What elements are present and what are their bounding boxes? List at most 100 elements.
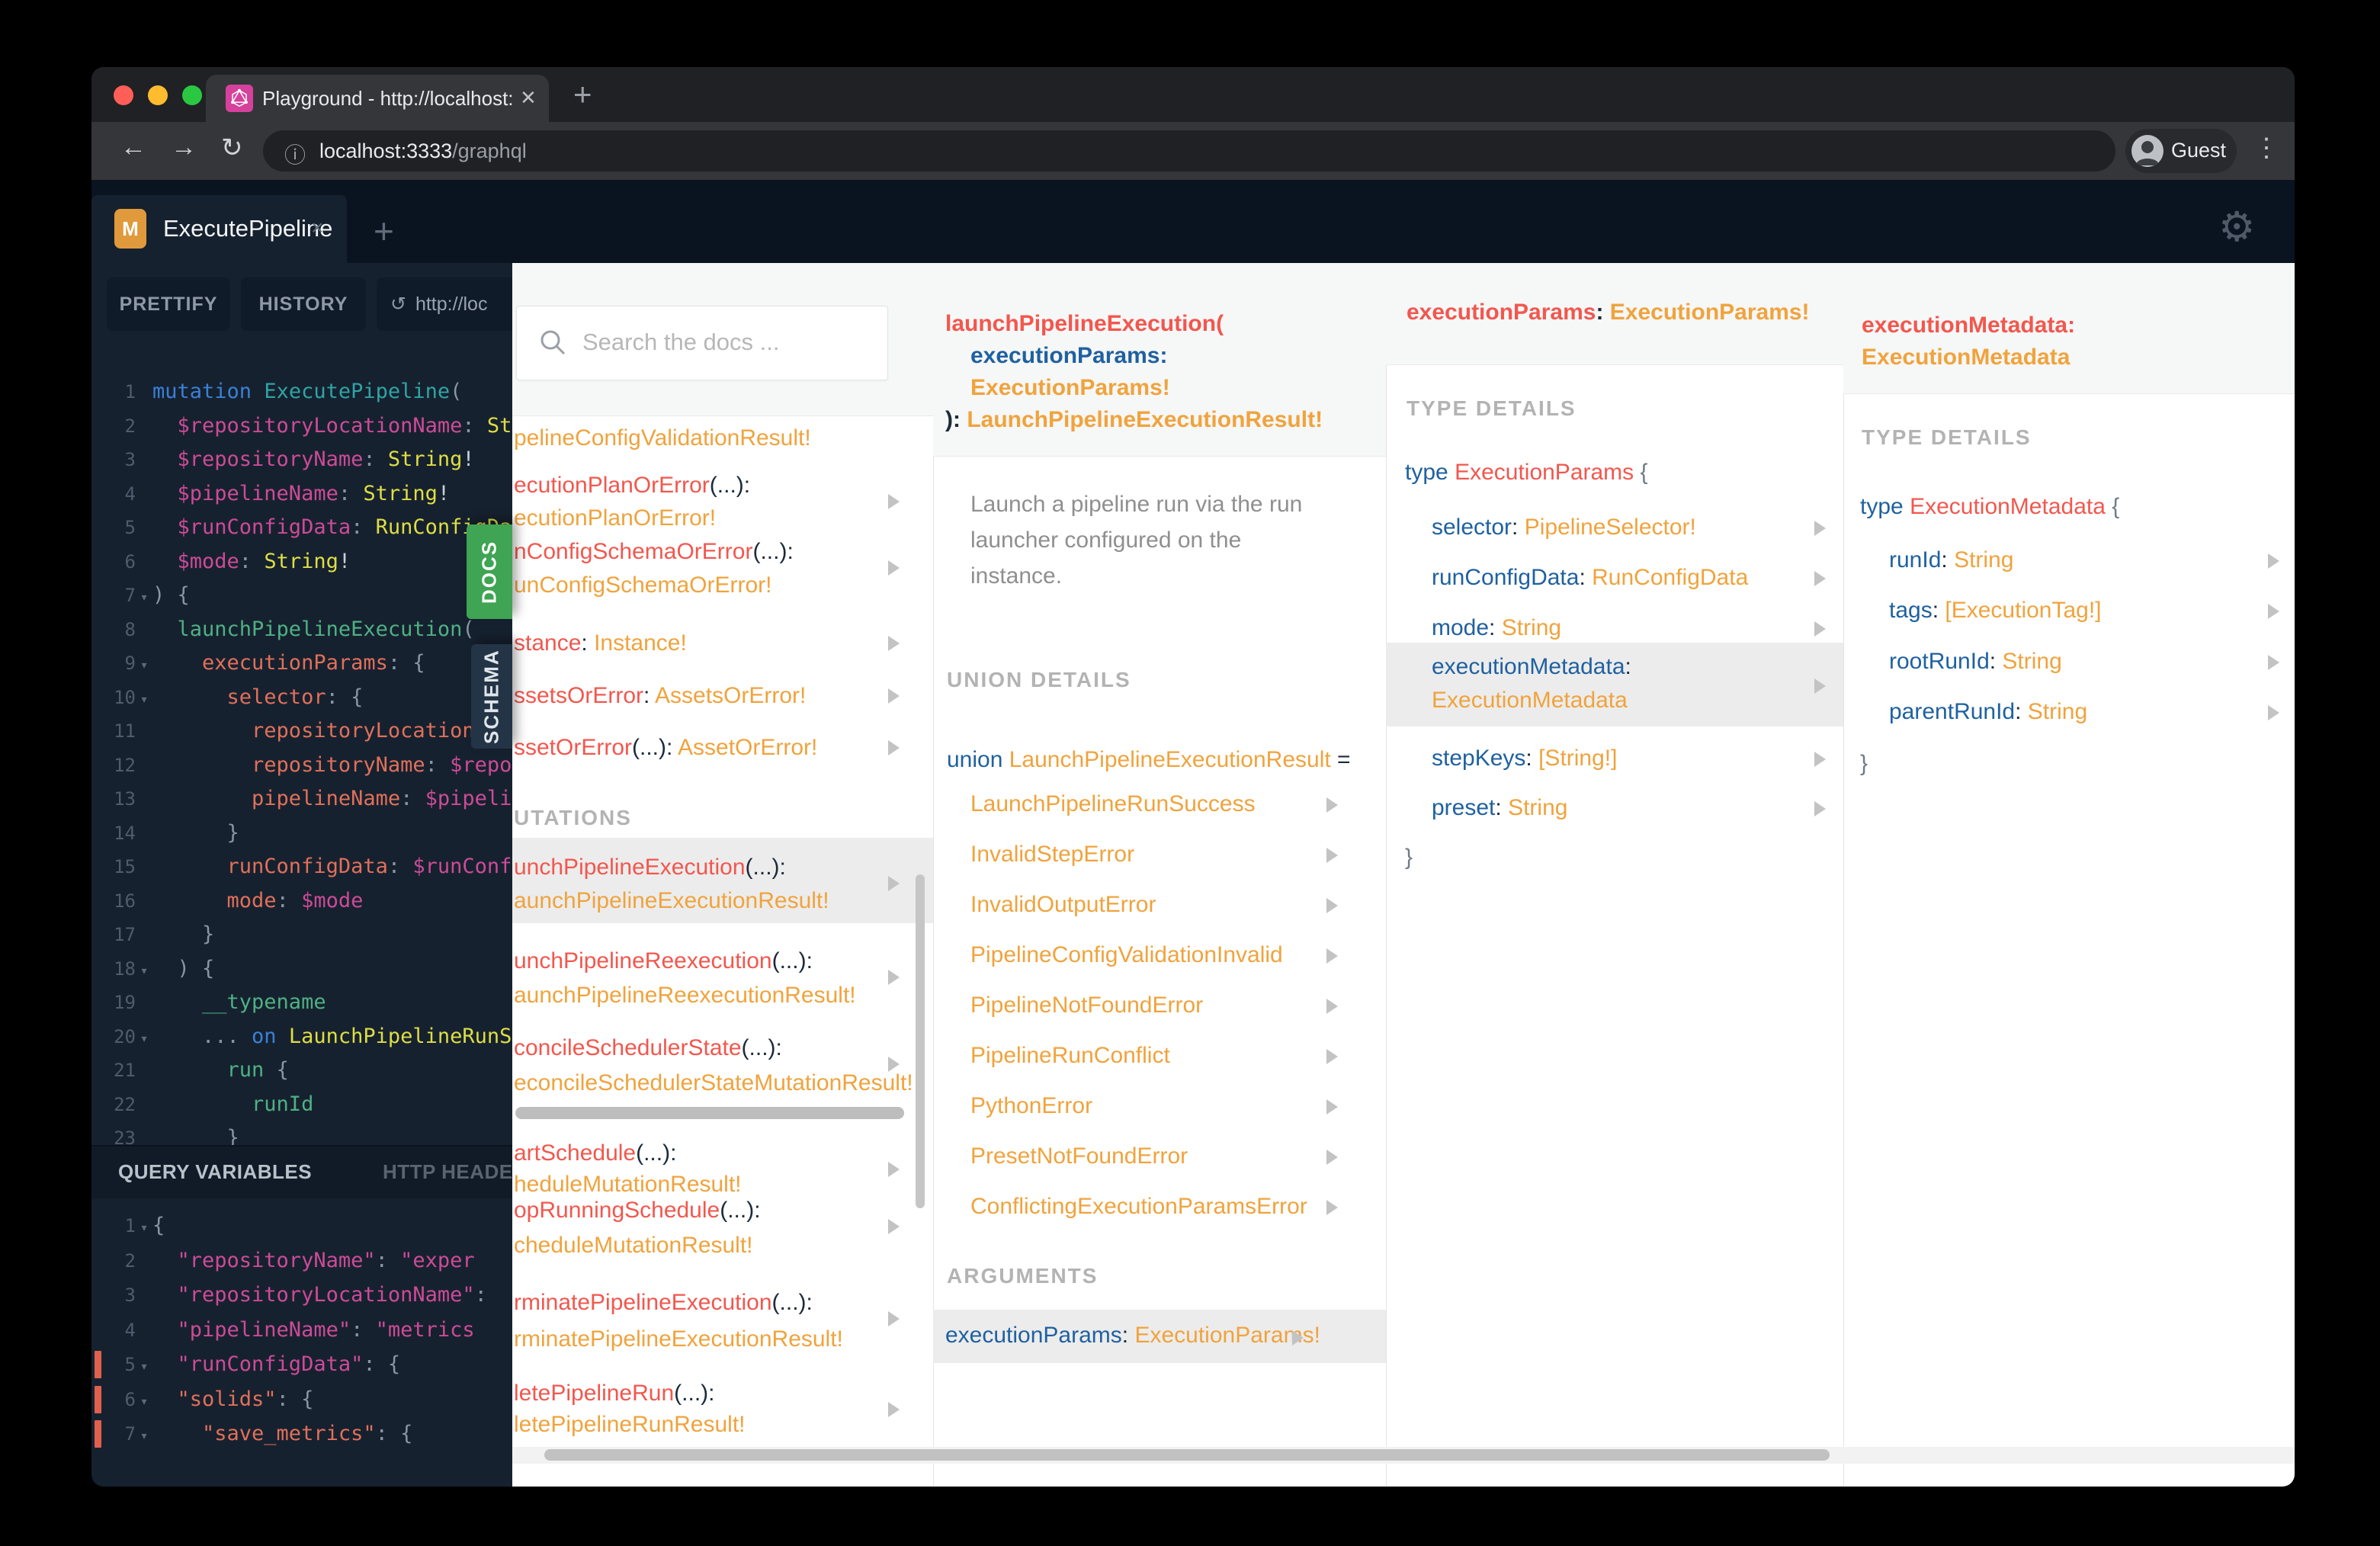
chevron-right-icon[interactable]	[1326, 898, 1338, 913]
chevron-right-icon[interactable]	[1814, 521, 1826, 536]
chevron-right-icon[interactable]	[888, 688, 900, 704]
union-member[interactable]: LaunchPipelineRunSuccess	[970, 791, 1256, 817]
chevron-right-icon[interactable]	[2268, 705, 2279, 720]
search-input[interactable]	[581, 306, 874, 378]
chevron-right-icon[interactable]	[1326, 1200, 1338, 1215]
history-button[interactable]: HISTORY	[241, 277, 366, 331]
chevron-right-icon[interactable]	[1326, 1049, 1338, 1064]
chevron-right-icon[interactable]	[1326, 848, 1338, 863]
type-field[interactable]: runId: String	[1889, 547, 2013, 573]
code-line: 9 ▾ executionParams: {	[124, 651, 425, 675]
code-line: 8 launchPipelineExecution(	[124, 617, 475, 641]
chevron-right-icon[interactable]	[1326, 1099, 1338, 1115]
type-field[interactable]: executionMetadata:	[1432, 654, 1631, 680]
profile-button[interactable]: Guest	[2125, 129, 2237, 173]
docs-item[interactable]: concileSchedulerState(...):	[514, 1035, 782, 1061]
chevron-right-icon[interactable]	[888, 494, 900, 509]
chevron-right-icon[interactable]	[1814, 621, 1826, 637]
tab-query-variables[interactable]: QUERY VARIABLES	[118, 1160, 312, 1184]
variables-editor[interactable]: 1 ▾{2 "repositoryName": "exper 3 "reposito…	[91, 1208, 512, 1487]
union-member[interactable]: InvalidOutputError	[970, 892, 1156, 918]
type-field[interactable]: mode: String	[1432, 615, 1561, 641]
argument-row[interactable]: executionParams: ExecutionParams!	[945, 1323, 1320, 1349]
url-bar[interactable]: ⓘ localhost:3333/graphql	[263, 130, 2115, 172]
chevron-right-icon[interactable]	[888, 970, 900, 985]
union-member[interactable]: PresetNotFoundError	[970, 1143, 1188, 1169]
type-field[interactable]: preset: String	[1432, 795, 1567, 821]
type-field[interactable]: rootRunId: String	[1889, 649, 2062, 675]
chevron-right-icon[interactable]	[1292, 1330, 1304, 1346]
minimize-window-button[interactable]	[148, 85, 168, 105]
chevron-right-icon[interactable]	[1814, 571, 1826, 586]
chevron-right-icon[interactable]	[888, 1162, 900, 1177]
docs-item[interactable]: nConfigSchemaOrError(...):	[514, 539, 794, 565]
type-field[interactable]: runConfigData: RunConfigData	[1432, 565, 1748, 591]
endpoint-reload-icon[interactable]: ↺	[390, 293, 406, 316]
chevron-right-icon[interactable]	[2268, 655, 2279, 670]
chevron-right-icon[interactable]	[1814, 801, 1826, 816]
forward-icon[interactable]: →	[171, 133, 197, 162]
tab-http-headers[interactable]: HTTP HEADERS	[383, 1160, 512, 1184]
type-field[interactable]: selector: PipelineSelector!	[1432, 515, 1696, 540]
prettify-button[interactable]: PRETTIFY	[107, 277, 230, 331]
mutations-header: UTATIONS	[514, 806, 632, 829]
docs-item[interactable]: artSchedule(...):	[514, 1140, 676, 1166]
chevron-right-icon[interactable]	[1326, 1150, 1338, 1165]
union-member[interactable]: InvalidStepError	[970, 842, 1134, 868]
chevron-right-icon[interactable]	[2268, 604, 2279, 619]
back-icon[interactable]: ←	[120, 133, 146, 162]
union-member[interactable]: PipelineConfigValidationInvalid	[970, 942, 1283, 968]
browser-tab[interactable]: Playground - http://localhost:3 ✕	[206, 75, 549, 122]
union-member[interactable]: PipelineNotFoundError	[970, 993, 1203, 1018]
close-window-button[interactable]	[114, 85, 133, 105]
col1-vertical-scrollbar[interactable]	[916, 874, 925, 1208]
tab-schema[interactable]: SCHEMA	[471, 644, 512, 749]
docs-item[interactable]: unchPipelineReexecution(...):	[514, 948, 813, 974]
endpoint-input[interactable]: ↺ http://loc	[377, 277, 512, 331]
tab-docs[interactable]: DOCS	[467, 524, 512, 619]
tab-close-icon[interactable]: ✕	[520, 86, 537, 110]
chevron-right-icon[interactable]	[2268, 553, 2279, 569]
type-field[interactable]: stepKeys: [String!]	[1432, 746, 1617, 771]
type-field[interactable]: parentRunId: String	[1889, 699, 2087, 725]
union-member[interactable]: PythonError	[970, 1093, 1092, 1119]
union-member[interactable]: ConflictingExecutionParamsError	[970, 1194, 1307, 1220]
chevron-right-icon[interactable]	[888, 1402, 900, 1417]
chevron-right-icon[interactable]	[888, 740, 900, 755]
browser-menu-icon[interactable]: ⋮	[2253, 133, 2279, 163]
new-tab-button[interactable]: +	[573, 76, 592, 113]
chevron-right-icon[interactable]	[888, 876, 900, 891]
scrollbar-thumb[interactable]	[544, 1449, 1830, 1461]
docs-item[interactable]: stance: Instance!	[514, 630, 687, 656]
chevron-right-icon[interactable]	[1814, 752, 1826, 767]
playground-tab-close-icon[interactable]: ×	[311, 216, 323, 240]
docs-item[interactable]: letePipelineRun(...):	[514, 1381, 715, 1406]
docs-item[interactable]: ssetsOrError: AssetsOrError!	[514, 683, 806, 709]
chevron-right-icon[interactable]	[1326, 948, 1338, 964]
playground-tab-title: ExecutePipeline	[163, 215, 333, 242]
type-field[interactable]: tags: [ExecutionTag!]	[1889, 598, 2102, 624]
settings-gear-icon[interactable]: ⚙	[2218, 203, 2255, 251]
chevron-right-icon[interactable]	[888, 1057, 900, 1072]
chevron-right-icon[interactable]	[888, 1311, 900, 1326]
playground-new-tab-button[interactable]: +	[374, 210, 394, 252]
chevron-right-icon[interactable]	[1326, 797, 1338, 813]
playground-tab[interactable]: M ExecutePipeline ×	[91, 195, 347, 263]
docs-item[interactable]: unchPipelineExecution(...):	[514, 855, 786, 880]
docs-item[interactable]: ssetOrError(...): AssetOrError!	[514, 735, 817, 761]
docs-item[interactable]: rminatePipelineExecution(...):	[514, 1290, 813, 1316]
reload-icon[interactable]: ↻	[221, 133, 243, 163]
site-info-icon[interactable]: ⓘ	[284, 139, 306, 169]
docs-horizontal-scrollbar[interactable]	[512, 1447, 2295, 1464]
chevron-right-icon[interactable]	[888, 636, 900, 651]
chevron-right-icon[interactable]	[888, 560, 900, 576]
chevron-right-icon[interactable]	[888, 1219, 900, 1234]
chevron-right-icon[interactable]	[1326, 999, 1338, 1014]
zoom-window-button[interactable]	[182, 85, 202, 105]
docs-item[interactable]: opRunningSchedule(...):	[514, 1198, 761, 1224]
union-member[interactable]: PipelineRunConflict	[970, 1043, 1170, 1069]
col1-horizontal-scrollbar[interactable]	[515, 1107, 904, 1119]
query-editor[interactable]: 1 mutation ExecutePipeline(2 $repository…	[91, 375, 512, 1145]
docs-item[interactable]: ecutionPlanOrError(...):	[514, 473, 750, 499]
chevron-right-icon[interactable]	[1814, 678, 1826, 694]
